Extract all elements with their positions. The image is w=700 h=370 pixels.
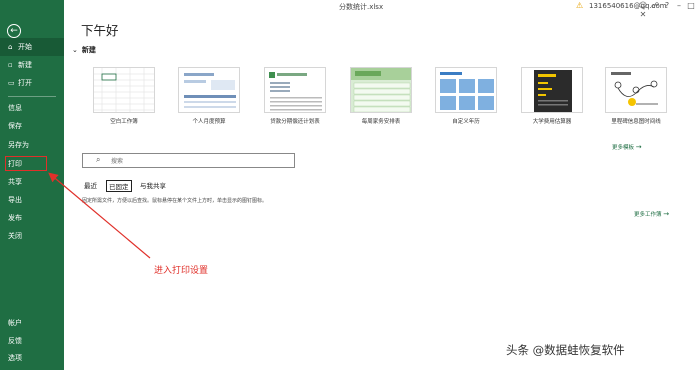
template-label: 个人月度预算 [192,119,226,125]
sidebar-item-new[interactable]: ▫ 新建 [0,56,64,74]
sidebar-item-save[interactable]: 保存 [0,117,64,135]
template-thumbnail [264,67,326,113]
maximize-icon[interactable]: □ [685,1,697,10]
template-label: 空白工作簿 [110,119,138,125]
template-loan-amortization[interactable]: 贷款分期偿还计划表 [264,67,326,125]
template-milestone-timeline[interactable]: 里程碑信息图时间线 [605,67,667,125]
print-highlight-box [5,156,47,171]
back-arrow-icon[interactable]: ← [7,24,21,38]
sidebar-item-home[interactable]: ⌂ 开始 [0,38,64,56]
new-section-header[interactable]: ⌄ 新建 [72,45,96,55]
sidebar-item-open[interactable]: ▭ 打开 [0,74,64,92]
template-label: 每周家务安排表 [361,119,401,125]
sidebar-item-options[interactable]: 选项 [0,349,64,367]
sidebar-item-share[interactable]: 共享 [0,173,64,191]
folder-icon: ▭ [8,79,15,87]
calendar-preview-icon [440,72,494,110]
title-bar-controls: ☺ ☍? – □ ✕ [637,1,700,19]
template-thumbnail [178,67,240,113]
template-thumbnail [521,67,583,113]
template-thumbnail [93,67,155,113]
sidebar-item-info[interactable]: 信息 [0,99,64,117]
budget-preview-icon [184,73,236,108]
template-label: 里程碑信息图时间线 [611,119,661,125]
minimize-icon[interactable]: – [673,1,685,10]
template-thumbnail [350,67,412,113]
home-icon: ⌂ [8,43,13,51]
backstage-sidebar: ← ⌂ 开始 ▫ 新建 ▭ 打开 信息 保存 另存为 打印 共享 导出 发布 关闭 帐… [0,0,64,370]
template-thumbnail [435,67,497,113]
template-custom-calendar[interactable]: 自定义年历 [435,67,497,125]
annotation-label: 进入打印设置 [154,266,209,276]
sidebar-item-save-as[interactable]: 另存为 [0,136,64,154]
tab-pinned[interactable]: 已固定 [106,180,132,192]
window-title: 分数统计.xlsx [339,3,384,11]
chevron-down-icon: ⌄ [72,46,78,54]
loan-preview-icon [269,72,322,111]
pinned-hint-text: 固定所需文件，方便以后查找。鼠标悬停在某个文件上方时，单击显示的图钉图标。 [82,198,268,204]
sidebar-item-close[interactable]: 关闭 [0,227,64,245]
tab-shared-with-me[interactable]: 与我共享 [140,180,166,190]
sidebar-item-feedback[interactable]: 反馈 [0,332,64,350]
chores-preview-icon [351,68,411,112]
close-icon[interactable]: ✕ [637,10,649,19]
search-input[interactable] [111,156,286,166]
template-monthly-budget[interactable]: 个人月度预算 [178,67,240,125]
coauthor-icon[interactable]: ☍ [649,1,661,10]
annotation-arrow [48,172,151,259]
sidebar-divider [8,96,56,97]
help-icon[interactable]: ? [661,1,673,10]
blank-grid-icon [94,68,154,112]
more-templates-link[interactable]: 更多模板 → [612,143,642,151]
more-workbooks-link[interactable]: 更多工作簿 → [634,210,669,218]
arrow-right-icon: → [663,210,670,218]
college-preview-icon [534,70,572,112]
template-label: 贷款分期偿还计划表 [270,119,320,125]
page-title: 下午好 [81,23,119,38]
sidebar-item-export[interactable]: 导出 [0,191,64,209]
template-thumbnail [605,67,667,113]
tab-recent[interactable]: 最近 [84,180,97,190]
template-college-cost-estimator[interactable]: 大学费用估算器 [521,67,583,125]
timeline-preview-icon [611,72,658,106]
emoji-feedback-icon[interactable]: ☺ [637,1,649,10]
arrow-right-icon: → [635,143,642,151]
template-weekly-chores[interactable]: 每周家务安排表 [350,67,412,125]
sidebar-item-publish[interactable]: 发布 [0,209,64,227]
template-blank-workbook[interactable]: 空白工作簿 [93,67,155,125]
template-label: 大学费用估算器 [532,119,572,125]
warning-icon[interactable]: ⚠ [576,1,583,10]
new-file-icon: ▫ [8,61,13,69]
template-label: 自定义年历 [452,119,480,125]
search-icon: ⌕ [96,155,101,164]
sidebar-item-account[interactable]: 帐户 [0,314,64,332]
watermark: 头条 @数据蛙恢复软件 [506,343,625,357]
title-bar: 分数统计.xlsx ⚠ 1316540616@qq.com ☺ ☍? – □✕ [64,0,700,19]
search-box[interactable]: ⌕ [82,153,295,168]
